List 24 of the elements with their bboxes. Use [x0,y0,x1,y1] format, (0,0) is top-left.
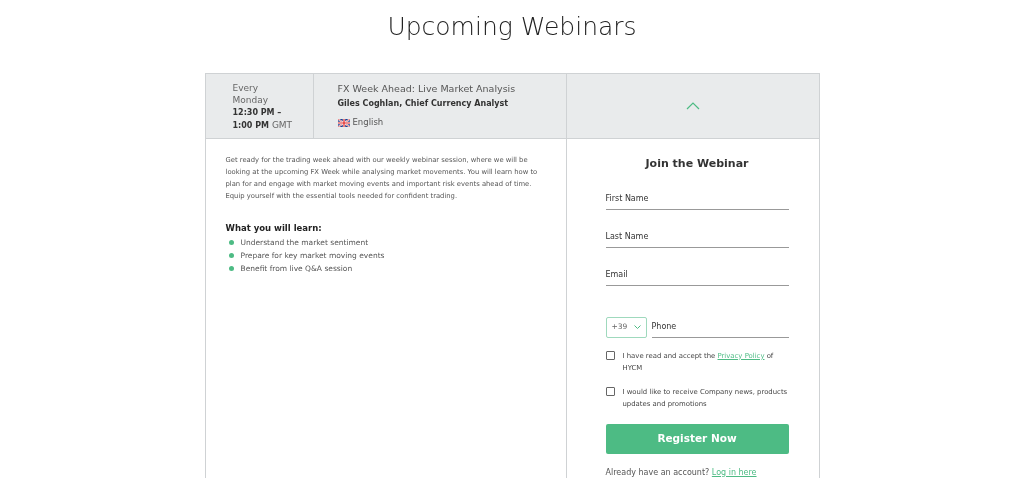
text-field[interactable]: Email [605,264,789,286]
form-title: Join the Webinar [644,156,750,172]
checkbox[interactable] [605,350,615,360]
schedule-day: Monday [232,94,313,106]
login-prompt: Already have an account? [605,467,710,477]
chevron-down-icon [633,325,641,329]
bullet-icon [228,265,234,271]
language-label: English [352,116,384,129]
page-title: Upcoming Webinars [386,11,638,43]
webinar-title: FX Week Ahead: Live Market Analysis [337,82,517,96]
schedule-start-time: 12:30 PM – [232,107,283,119]
learn-heading: What you will learn: [225,222,323,235]
bullet-icon [228,239,234,245]
checkbox[interactable] [605,386,615,396]
flag-icon [337,118,350,127]
register-button[interactable]: Register Now [605,423,789,454]
text-field[interactable]: First Name [605,188,789,210]
presenter-name: Giles Coghlan, Chief Currency Analyst [337,98,510,111]
text-field[interactable]: Last Name [605,226,789,248]
bullet-icon [228,252,234,258]
login-link[interactable]: Log in here [711,467,757,477]
schedule-end-time: 1:00 PM GMT [232,119,294,132]
phone-field[interactable]: Phone [651,316,789,338]
schedule-frequency: Every [232,82,260,94]
